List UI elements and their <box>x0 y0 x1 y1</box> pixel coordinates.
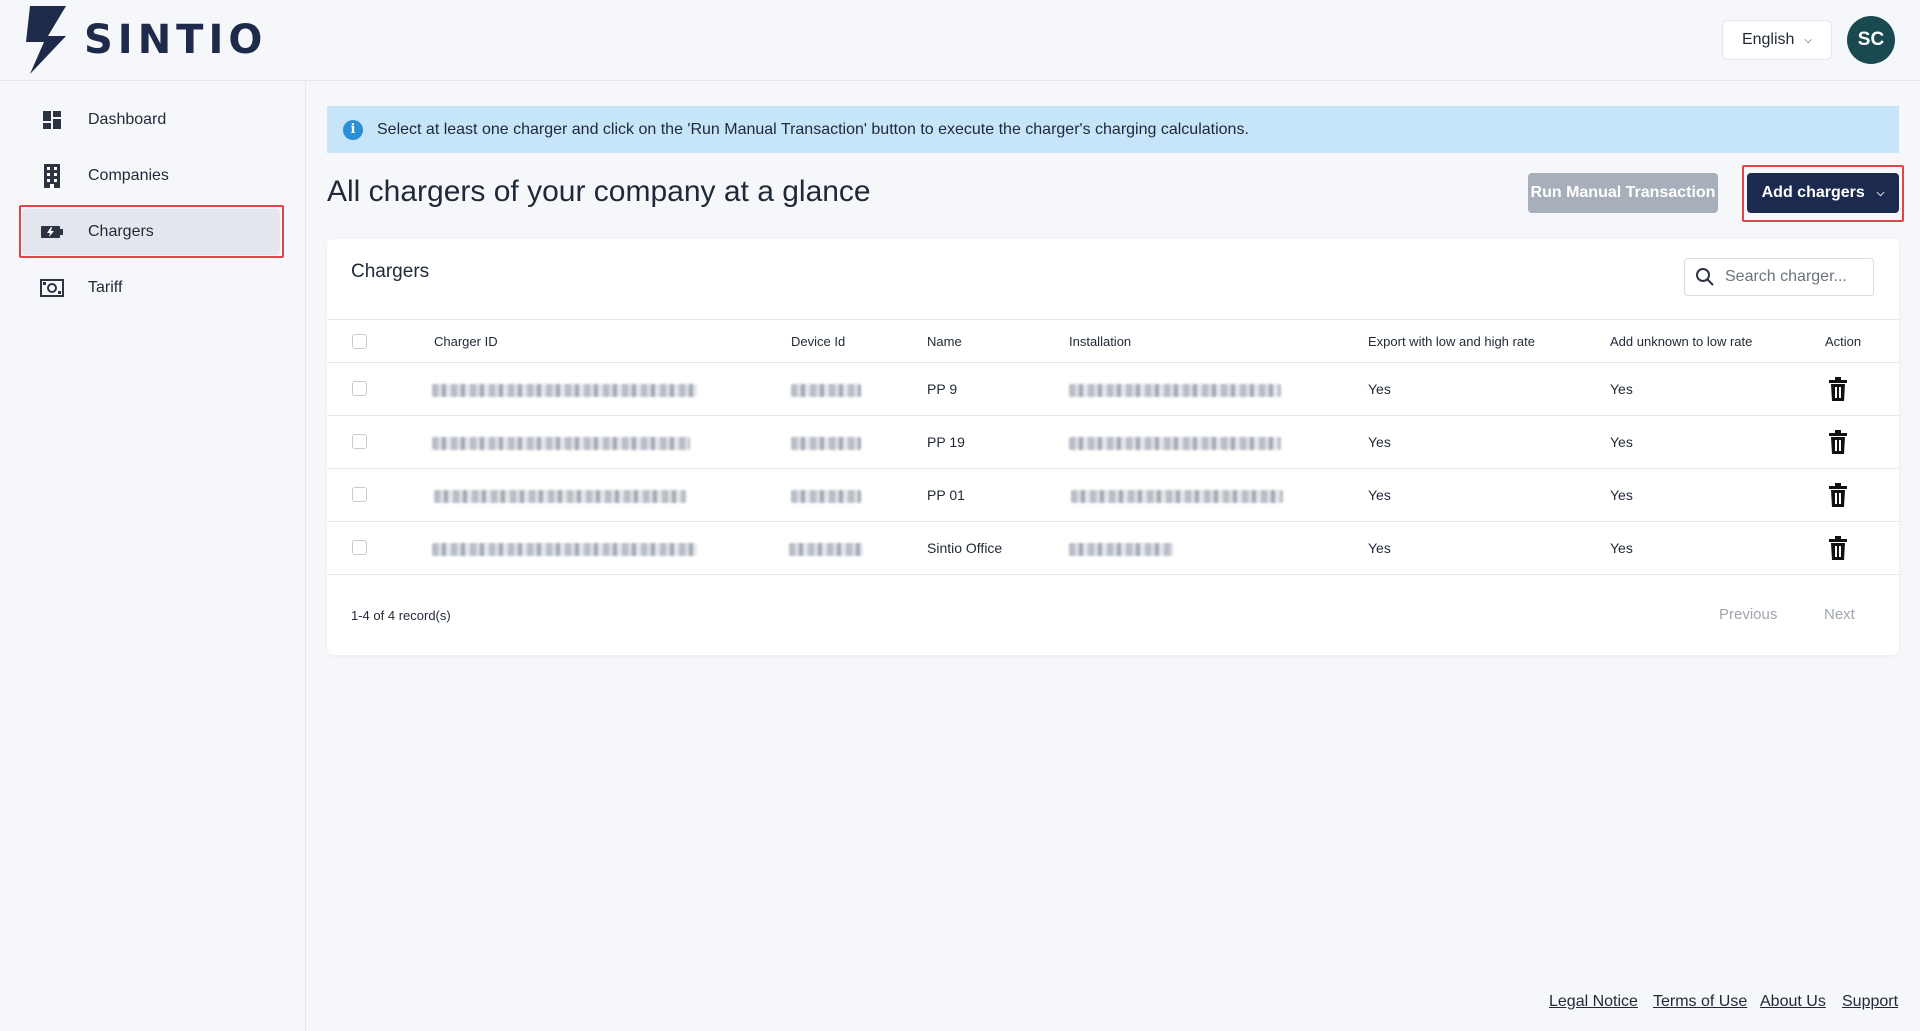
select-all-checkbox[interactable] <box>352 334 367 349</box>
device-id-redacted <box>791 384 861 397</box>
installation-redacted <box>1069 384 1281 397</box>
installation-redacted <box>1069 437 1281 450</box>
row-checkbox[interactable] <box>352 381 367 396</box>
building-icon <box>40 164 64 188</box>
dashboard-icon <box>40 108 64 132</box>
page-title: All chargers of your company at a glance <box>327 175 871 208</box>
search-icon <box>1695 267 1715 287</box>
export-value: Yes <box>1368 381 1391 397</box>
add-button-label: Add chargers <box>1761 184 1865 201</box>
table-header: Charger ID Device Id Name Installation E… <box>327 319 1899 363</box>
device-id-redacted <box>791 437 861 450</box>
brand-name: SINTIO <box>84 17 268 63</box>
charger-id-redacted <box>434 490 686 503</box>
language-value: English <box>1741 31 1795 48</box>
table-row[interactable]: PP 9 Yes Yes <box>327 363 1899 416</box>
logo[interactable]: SINTIO <box>26 6 267 74</box>
column-installation[interactable]: Installation <box>1069 334 1131 349</box>
previous-page-button[interactable]: Previous <box>1719 606 1777 623</box>
row-checkbox[interactable] <box>352 487 367 502</box>
export-value: Yes <box>1368 434 1391 450</box>
chevron-down-icon: ⌵ <box>1876 187 1885 199</box>
unknown-value: Yes <box>1610 381 1633 397</box>
sintio-logo-icon <box>26 6 66 74</box>
charger-name: PP 01 <box>927 487 965 503</box>
sidebar-item-dashboard[interactable]: Dashboard <box>22 97 280 143</box>
column-charger-id[interactable]: Charger ID <box>434 334 498 349</box>
top-header: SINTIO English ⌵ SC <box>0 0 1920 81</box>
column-add-unknown-low[interactable]: Add unknown to low rate <box>1610 334 1752 349</box>
sidebar-item-tariff[interactable]: Tariff <box>22 265 280 311</box>
unknown-value: Yes <box>1610 434 1633 450</box>
row-checkbox[interactable] <box>352 434 367 449</box>
charger-name: PP 9 <box>927 381 958 397</box>
column-action: Action <box>1825 334 1862 349</box>
sidebar-item-chargers[interactable]: Chargers <box>22 209 280 255</box>
avatar[interactable]: SC <box>1847 16 1895 64</box>
sidebar-item-label: Tariff <box>88 279 123 296</box>
trash-icon[interactable] <box>1827 536 1849 560</box>
column-device-id[interactable]: Device Id <box>791 334 845 349</box>
records-count: 1-4 of 4 record(s) <box>351 608 451 623</box>
column-name[interactable]: Name <box>927 334 962 349</box>
sidebar-item-label: Dashboard <box>88 111 167 128</box>
info-icon: i <box>343 119 363 140</box>
charger-id-redacted <box>432 384 697 397</box>
installation-redacted <box>1069 543 1173 556</box>
info-banner: i Select at least one charger and click … <box>327 106 1899 153</box>
search-charger-field[interactable] <box>1684 258 1874 296</box>
sidebar-item-label: Chargers <box>88 223 154 240</box>
battery-charging-icon <box>40 220 64 244</box>
charger-name: Sintio Office <box>927 540 1003 556</box>
support-link[interactable]: Support <box>1842 993 1898 1011</box>
next-page-button[interactable]: Next <box>1824 606 1855 623</box>
money-icon <box>40 276 64 300</box>
language-select[interactable]: English ⌵ <box>1722 20 1832 60</box>
row-checkbox[interactable] <box>352 540 367 555</box>
charger-id-redacted <box>432 543 697 556</box>
installation-redacted <box>1071 490 1283 503</box>
run-button-label: Run Manual Transaction <box>1530 184 1716 201</box>
device-id-redacted <box>789 543 863 556</box>
card-title: Chargers <box>351 261 430 282</box>
device-id-redacted <box>791 490 861 503</box>
table-row[interactable]: Sintio Office Yes Yes <box>327 522 1899 575</box>
legal-notice-link[interactable]: Legal Notice <box>1549 993 1638 1011</box>
chevron-down-icon: ⌵ <box>1804 34 1813 46</box>
export-value: Yes <box>1368 540 1391 556</box>
terms-of-use-link[interactable]: Terms of Use <box>1653 993 1747 1011</box>
sidebar-item-label: Companies <box>88 167 169 184</box>
charger-name: PP 19 <box>927 434 965 450</box>
about-us-link[interactable]: About Us <box>1760 993 1826 1011</box>
sidebar: Dashboard Companies Chargers Tariff <box>0 81 306 1031</box>
trash-icon[interactable] <box>1827 483 1849 507</box>
unknown-value: Yes <box>1610 487 1633 503</box>
add-chargers-button[interactable]: Add chargers ⌵ <box>1747 173 1899 213</box>
trash-icon[interactable] <box>1827 430 1849 454</box>
chargers-card: Chargers Charger ID Device Id Name Insta… <box>327 239 1899 655</box>
search-input[interactable] <box>1725 268 1865 286</box>
trash-icon[interactable] <box>1827 377 1849 401</box>
column-export-low-high[interactable]: Export with low and high rate <box>1368 334 1535 349</box>
charger-id-redacted <box>432 437 690 450</box>
run-manual-transaction-button[interactable]: Run Manual Transaction <box>1528 173 1718 213</box>
banner-text: Select at least one charger and click on… <box>377 120 1249 138</box>
sidebar-item-companies[interactable]: Companies <box>22 153 280 199</box>
unknown-value: Yes <box>1610 540 1633 556</box>
table-row[interactable]: PP 19 Yes Yes <box>327 416 1899 469</box>
table-row[interactable]: PP 01 Yes Yes <box>327 469 1899 522</box>
export-value: Yes <box>1368 487 1391 503</box>
